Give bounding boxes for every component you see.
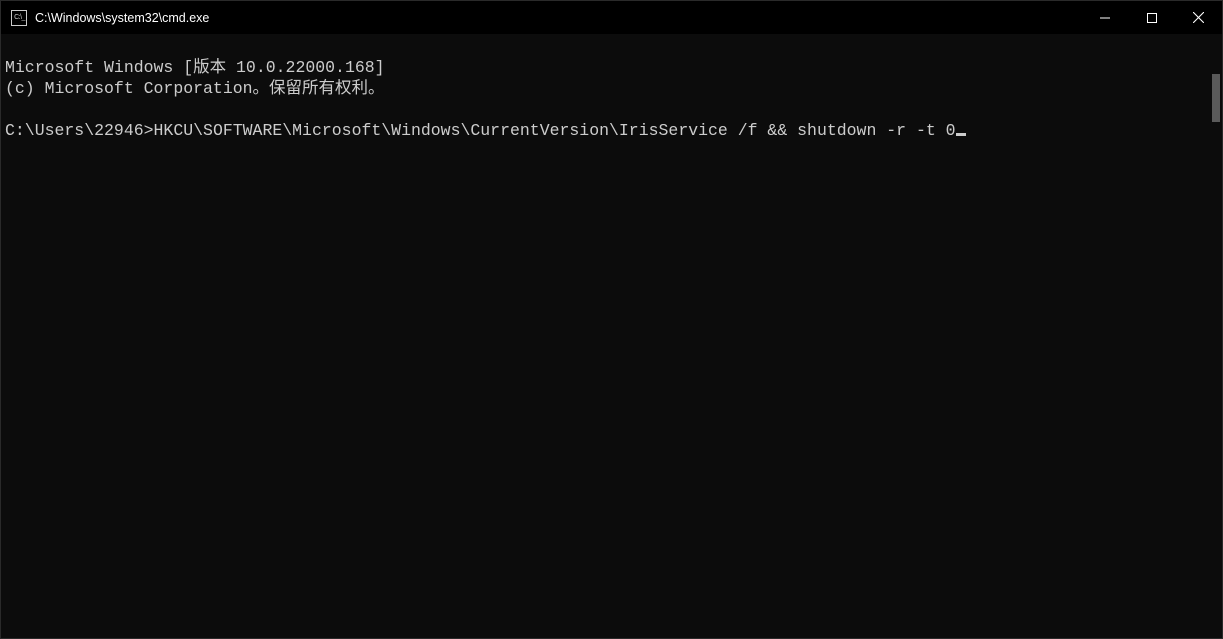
window-controls bbox=[1081, 1, 1222, 34]
minimize-icon bbox=[1100, 13, 1110, 23]
terminal-command-input[interactable]: HKCU\SOFTWARE\Microsoft\Windows\CurrentV… bbox=[154, 121, 956, 140]
minimize-button[interactable] bbox=[1081, 1, 1128, 34]
terminal-content[interactable]: Microsoft Windows [版本 10.0.22000.168] (c… bbox=[1, 34, 1222, 638]
cmd-app-icon: C:\_ bbox=[11, 10, 27, 26]
titlebar[interactable]: C:\_ C:\Windows\system32\cmd.exe bbox=[1, 1, 1222, 34]
close-button[interactable] bbox=[1175, 1, 1222, 34]
window-title: C:\Windows\system32\cmd.exe bbox=[35, 11, 209, 25]
terminal-prompt-line: C:\Users\22946>HKCU\SOFTWARE\Microsoft\W… bbox=[5, 121, 966, 140]
cmd-app-icon-glyph: C:\_ bbox=[13, 15, 25, 20]
terminal-line-copyright: (c) Microsoft Corporation。保留所有权利。 bbox=[5, 79, 385, 98]
scrollbar-thumb[interactable] bbox=[1212, 74, 1220, 122]
terminal-line-version: Microsoft Windows [版本 10.0.22000.168] bbox=[5, 58, 385, 77]
terminal-prompt: C:\Users\22946> bbox=[5, 121, 154, 140]
terminal-area[interactable]: Microsoft Windows [版本 10.0.22000.168] (c… bbox=[1, 34, 1222, 638]
maximize-icon bbox=[1147, 13, 1157, 23]
close-icon bbox=[1193, 12, 1204, 23]
maximize-button[interactable] bbox=[1128, 1, 1175, 34]
terminal-cursor bbox=[956, 133, 966, 136]
cmd-window: C:\_ C:\Windows\system32\cmd.exe Microso… bbox=[0, 0, 1223, 639]
